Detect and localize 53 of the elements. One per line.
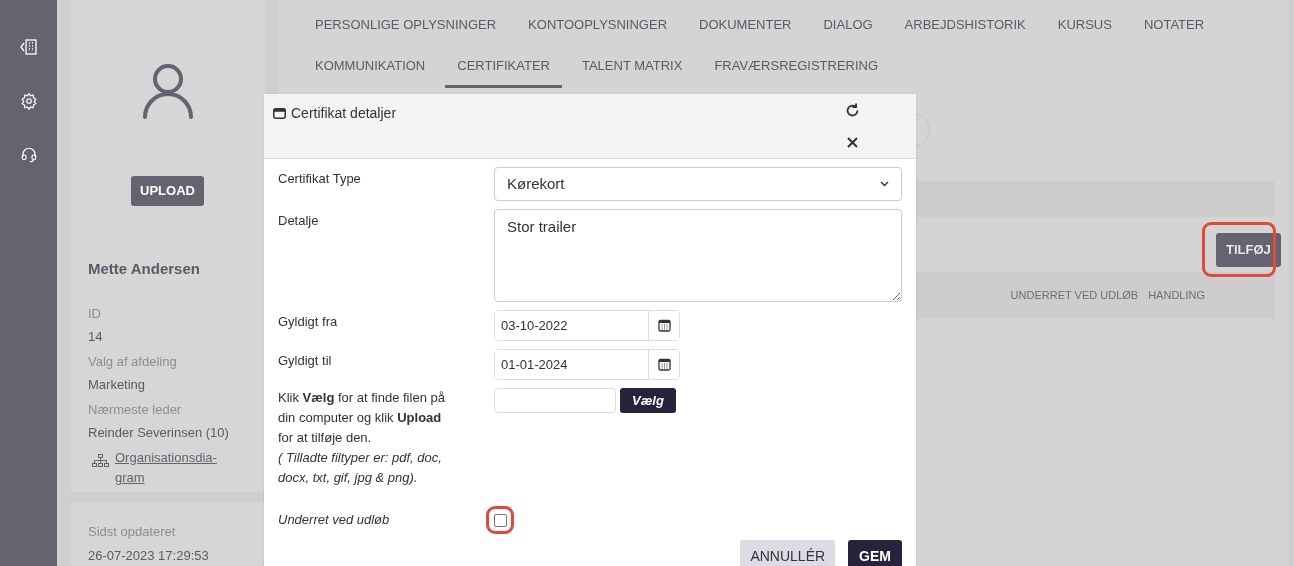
refresh-icon[interactable] (844, 102, 861, 119)
tab[interactable]: KONTOOPLYSNINGER (516, 6, 680, 47)
file-types-note: ( Tilladte filtyper er: pdf, doc, docx, txt, gif, jpg & png). (278, 449, 443, 487)
tab[interactable]: KOMMUNIKATION (303, 47, 438, 88)
calendar-icon (657, 358, 671, 371)
field-value: 26-07-2023 17:29:53 (88, 546, 210, 565)
type-select[interactable]: Kørekort (494, 167, 902, 201)
field-value: 14 (88, 327, 104, 346)
avatar-icon (141, 63, 194, 119)
tab[interactable]: ARBEJDSHISTORIK (892, 6, 1038, 47)
upload-button[interactable]: UPLOAD (131, 176, 204, 206)
field-label: ID (88, 305, 102, 323)
choose-file-button[interactable]: Vælg (620, 388, 676, 413)
field-value: Marketing (88, 375, 147, 394)
window-icon (273, 108, 286, 119)
org-chart-icon (92, 454, 109, 467)
tab[interactable]: PERSONLIGE OPLYSNINGER (303, 6, 509, 47)
column-header: HANDLING (1148, 288, 1205, 304)
add-button[interactable]: TILFØJ (1216, 233, 1281, 267)
employee-name: Mette Andersen (88, 258, 201, 279)
org-chart-link[interactable]: Organisationsdia-gram (115, 448, 227, 488)
tab[interactable]: KURSUS (1045, 6, 1124, 47)
tab[interactable]: TALENT MATRIX (569, 47, 695, 88)
save-button[interactable]: GEM (848, 540, 902, 566)
detail-textarea[interactable]: Stor trailer (494, 209, 902, 302)
date-field[interactable]: 01-01-2024 (495, 350, 649, 379)
field-label: Detalje (278, 213, 319, 228)
tab[interactable]: DOKUMENTER (687, 6, 804, 47)
field-label: Valg af afdeling (88, 353, 178, 371)
field-label: Gyldigt til (278, 353, 332, 368)
building-icon[interactable] (19, 38, 38, 56)
date-field[interactable]: 03-10-2022 (495, 311, 649, 340)
field-label: Underret ved udløb (278, 512, 390, 528)
instruction-text: Klik Vælg for at finde filen på din computer og klik Upload for at tilføje den. (278, 389, 446, 447)
tab[interactable]: CERTIFIKATER (445, 47, 562, 88)
field-label: Nærmeste leder (88, 401, 183, 419)
close-icon[interactable] (847, 137, 858, 148)
chevron-icon (880, 181, 889, 187)
settings-icon[interactable] (19, 92, 38, 110)
field-value: Reinder Severinsen (10) (88, 423, 230, 442)
checkbox[interactable] (493, 513, 507, 527)
tab[interactable]: FRAVÆRSREGISTRERING (702, 47, 891, 88)
field-label: Sidst opdateret (88, 523, 177, 541)
field-label: Certifikat Type (278, 171, 361, 186)
headset-icon[interactable] (19, 146, 38, 164)
cancel-button[interactable]: ANNULLÉR (740, 540, 836, 566)
tab[interactable]: DIALOG (811, 6, 885, 47)
calendar-icon (657, 319, 671, 332)
field-label: Gyldigt fra (278, 314, 338, 329)
file-name-field[interactable] (494, 388, 616, 413)
tab[interactable]: NOTATER (1131, 6, 1217, 47)
column-header: UNDERRET VED UDLØB (1010, 288, 1139, 304)
dialog-title: Certifikat detaljer (291, 104, 397, 123)
